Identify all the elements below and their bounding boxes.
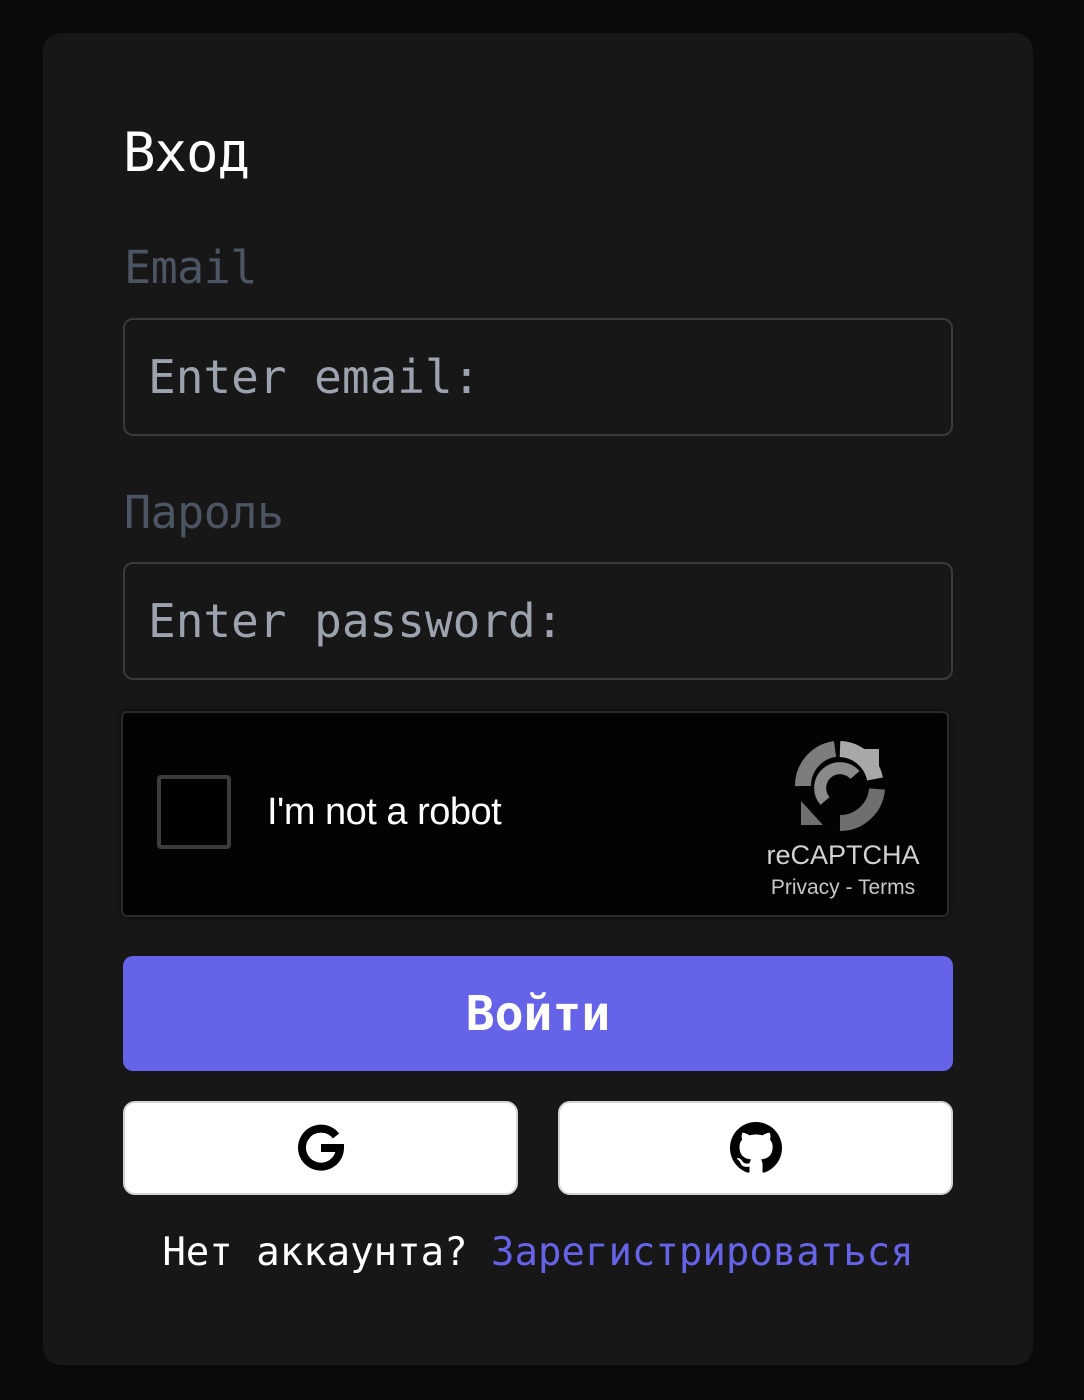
- google-icon: [295, 1122, 347, 1174]
- login-button[interactable]: Войти: [123, 956, 953, 1071]
- github-icon: [729, 1122, 782, 1174]
- register-link[interactable]: Зарегистрироваться: [491, 1230, 914, 1275]
- register-prompt-text: Нет аккаунта?: [162, 1230, 492, 1275]
- page-title: Вход: [123, 121, 250, 184]
- recaptcha-brand: reCAPTCHA: [766, 840, 920, 870]
- google-login-button[interactable]: [123, 1101, 518, 1195]
- email-field[interactable]: [123, 318, 953, 436]
- password-field[interactable]: [123, 562, 953, 680]
- recaptcha-links-separator: -: [839, 876, 858, 899]
- github-login-button[interactable]: [558, 1101, 953, 1195]
- recaptcha-label: I'm not a robot: [267, 791, 502, 833]
- recaptcha-privacy-link[interactable]: Privacy: [771, 876, 840, 899]
- recaptcha-checkbox[interactable]: [157, 775, 231, 849]
- recaptcha-terms-link[interactable]: Terms: [858, 876, 915, 899]
- recaptcha-logo-icon: [794, 741, 885, 832]
- password-label: Пароль: [124, 486, 284, 539]
- recaptcha-links: Privacy - Terms: [753, 875, 933, 901]
- register-prompt: Нет аккаунта? Зарегистрироваться: [43, 1229, 1033, 1277]
- login-card: Вход Email Пароль I'm not a robot reCAPT…: [43, 33, 1033, 1365]
- recaptcha-widget: I'm not a robot reCAPTCHA Privacy - Term…: [121, 711, 949, 917]
- email-label: Email: [124, 241, 257, 294]
